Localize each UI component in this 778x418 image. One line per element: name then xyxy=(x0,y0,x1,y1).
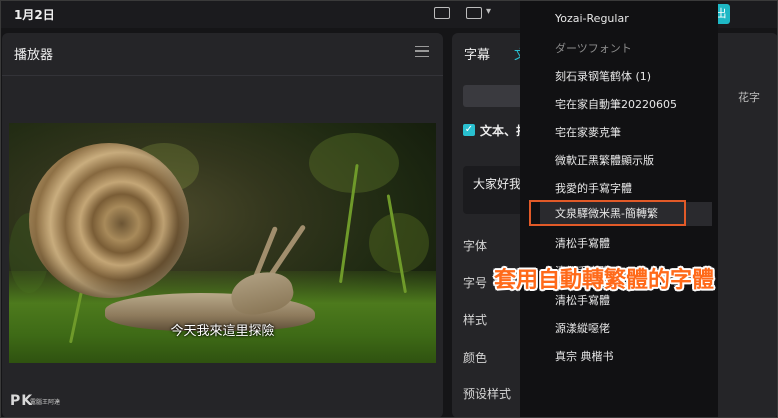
font-option[interactable]: 宅在家自動筆20220605 xyxy=(555,96,677,112)
prop-style: 样式 xyxy=(463,313,488,327)
font-option[interactable]: 刻石录钢笔鹤体 (1) xyxy=(555,68,651,84)
tab-subtitle[interactable]: 字幕 xyxy=(464,44,490,63)
font-option[interactable]: Yozai-Regular xyxy=(555,12,629,25)
video-preview[interactable]: 今天我來這里探險 xyxy=(9,123,436,363)
prop-size: 字号 xyxy=(463,276,488,290)
video-subtitle[interactable]: 今天我來這里探險 xyxy=(9,320,436,339)
watermark-text: 電腦王阿達 xyxy=(30,399,61,406)
prop-font: 字体 xyxy=(463,239,488,253)
divider xyxy=(2,75,443,76)
chevron-down-icon[interactable]: ▾ xyxy=(486,6,491,17)
checkbox-icon[interactable]: ✓ xyxy=(463,124,475,136)
font-option[interactable]: ダーツフォント xyxy=(555,40,632,56)
prop-preset: 预设样式 xyxy=(463,387,512,401)
selection-highlight-box xyxy=(529,200,686,226)
player-title: 播放器 xyxy=(14,48,54,63)
project-date: 1月2日 xyxy=(14,8,55,22)
text-input-value: 大家好我 xyxy=(473,177,522,191)
snail-shell xyxy=(29,143,189,298)
font-option[interactable]: 微軟正黑繁體顯示版 xyxy=(555,152,654,168)
tab-fancy-text[interactable]: 花字 xyxy=(738,89,760,105)
font-option[interactable]: 宅在家麥克筆 xyxy=(555,124,621,140)
font-option[interactable]: 我愛的手寫字體 xyxy=(555,180,632,196)
font-option[interactable]: 真宗 典楷书 xyxy=(555,348,614,364)
keyboard-icon[interactable] xyxy=(434,7,450,19)
annotation-callout: 套用自動轉繁體的字體 xyxy=(494,268,715,293)
font-option[interactable]: 源漾縱噁佬 xyxy=(555,320,610,336)
layout-icon[interactable] xyxy=(466,7,482,19)
font-option[interactable]: 清松手寫體 xyxy=(555,292,610,308)
font-option[interactable]: 清松手寫體 xyxy=(555,235,610,251)
menu-icon[interactable] xyxy=(415,46,429,57)
prop-color: 颜色 xyxy=(463,351,488,365)
